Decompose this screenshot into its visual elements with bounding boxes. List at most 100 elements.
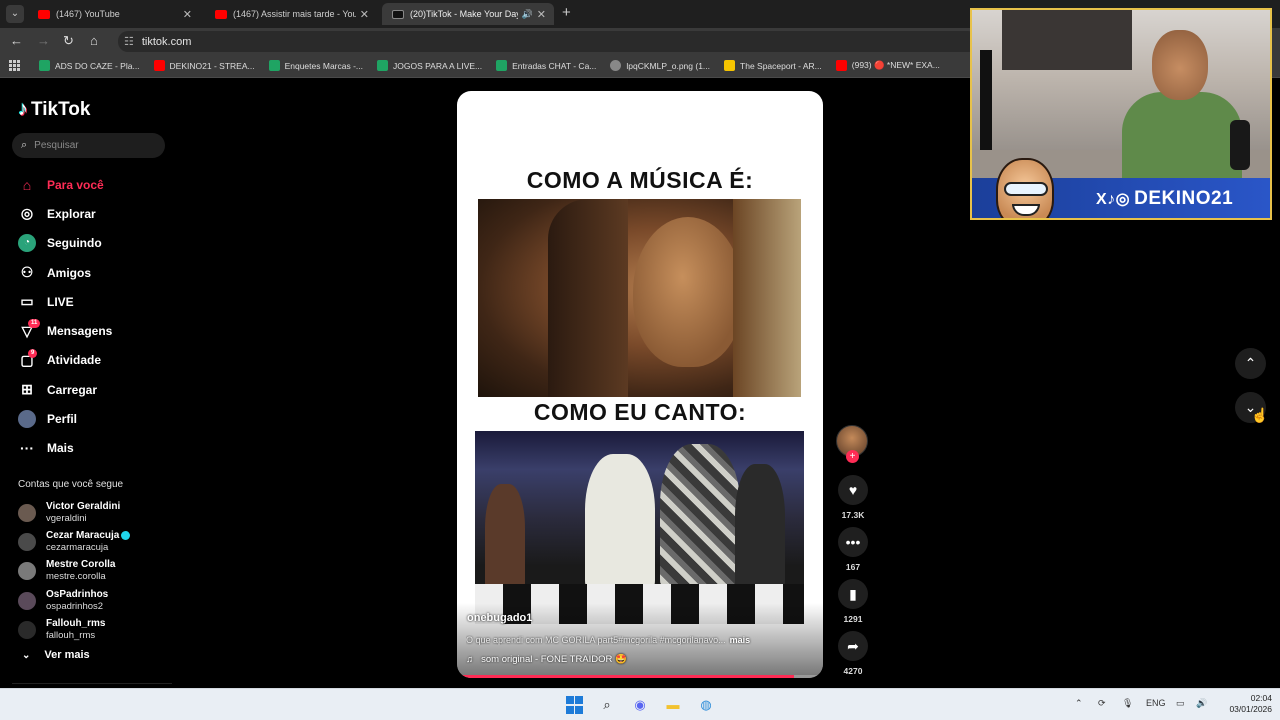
nav-label: Mensagens — [47, 324, 113, 339]
discord-icon[interactable]: ◉ — [631, 696, 649, 714]
volume-icon[interactable]: 🔊 — [1196, 698, 1207, 709]
folder-icon[interactable]: ▬ — [664, 696, 682, 714]
forward-icon[interactable]: → — [37, 33, 50, 48]
bookmark-item[interactable]: Enquetes Marcas -... — [268, 60, 363, 71]
back-icon[interactable]: ← — [10, 33, 23, 48]
microphone-icon[interactable]: 🎙 — [1122, 698, 1133, 709]
comment-button[interactable]: ••• 167 — [833, 527, 873, 572]
like-count: 17.3K — [841, 510, 865, 520]
nav-label: Para você — [47, 177, 104, 192]
more-link[interactable]: mais — [730, 635, 751, 645]
home-icon: ⌂ — [22, 176, 32, 193]
video-music[interactable]: ♫ som original - FONE TRAIDOR 🤩 — [466, 654, 627, 665]
following-list: Victor Geraldini vgeraldini Cezar Maracuj… — [18, 498, 178, 644]
music-note-icon: ♫ — [466, 654, 474, 665]
reload-icon[interactable]: ↻ — [63, 33, 74, 49]
search-input[interactable] — [34, 140, 145, 151]
video-image-bottom — [475, 431, 804, 624]
share-button[interactable]: ➦ 4270 — [833, 631, 873, 676]
see-more-button[interactable]: ⌄ Ver mais — [18, 649, 90, 661]
search-box[interactable]: ⌕ — [12, 133, 165, 158]
chrome-icon[interactable]: ◍ — [697, 696, 715, 714]
tab-title: (1467) Assistir mais tarde - YouT — [233, 9, 356, 19]
compass-icon: ◎ — [20, 205, 34, 222]
close-icon[interactable]: ✕ — [183, 8, 192, 21]
bookmark-icon: ▮ — [838, 579, 868, 609]
chevron-up-icon[interactable]: ⌃ — [1075, 698, 1083, 709]
tab-youtube[interactable]: (1467) YouTube ✕ — [28, 3, 200, 25]
bookmark-item[interactable]: DEKINO21 - STREA... — [153, 60, 255, 71]
save-button[interactable]: ▮ 1291 — [833, 579, 873, 624]
nav-mais[interactable]: ··· Mais — [18, 434, 178, 463]
nav-label: Mais — [47, 441, 74, 456]
nav-atividade[interactable]: ▢ 9 Atividade — [18, 346, 178, 375]
following-account[interactable]: Cezar Maracuja cezarmaracuja — [18, 527, 178, 556]
tiktok-icon — [392, 9, 404, 19]
clock[interactable]: 02:04 03/01/2026 — [1212, 693, 1272, 715]
verified-icon — [121, 530, 131, 540]
following-icon: ◔ — [18, 234, 36, 253]
youtube-icon — [215, 9, 227, 19]
language-indicator[interactable]: ENG — [1146, 698, 1166, 708]
avatar — [18, 620, 36, 639]
bookmark-label: DEKINO21 - STREA... — [169, 60, 255, 71]
share-icon: ➦ — [838, 631, 868, 661]
see-more-label: Ver mais — [44, 649, 90, 661]
spaceport-icon — [724, 60, 736, 71]
messages-badge: 11 — [28, 319, 41, 329]
webcam-feed — [972, 10, 1270, 182]
video-progress-bar[interactable] — [457, 675, 823, 678]
nav-perfil[interactable]: Perfil — [18, 404, 178, 433]
logo-text: TikTok — [31, 98, 91, 120]
chevron-down-icon: ⌄ — [22, 649, 31, 661]
following-account[interactable]: OsPadrinhos ospadrinhos2 — [18, 586, 178, 615]
network-icon[interactable]: ▭ — [1176, 698, 1185, 709]
close-icon[interactable]: ✕ — [360, 8, 369, 21]
follow-plus-icon[interactable]: + — [846, 450, 859, 463]
account-handle: cezarmaracuja — [46, 541, 109, 553]
sheets-icon — [377, 60, 388, 71]
search-icon[interactable]: ⌕ — [598, 696, 616, 714]
bookmark-label: ADS DO CAZE - Pla... — [55, 60, 140, 71]
apps-grid-icon[interactable] — [9, 59, 21, 72]
nav-mensagens[interactable]: ▽ 11 Mensagens — [18, 316, 178, 345]
nav-amigos[interactable]: ⚇ Amigos — [18, 258, 178, 287]
video-author[interactable]: onebugado1 — [467, 612, 532, 624]
speaker-icon[interactable]: 🔊 — [522, 9, 533, 20]
nav-seguindo[interactable]: ◔ Seguindo — [18, 229, 178, 258]
like-button[interactable]: ♥ 17.3K — [833, 475, 873, 520]
music-title: som original - FONE TRAIDOR 🤩 — [481, 654, 627, 665]
windows-start-icon[interactable] — [566, 696, 584, 714]
bookmark-item[interactable]: (993) 🔴 *NEW* EXA... — [835, 60, 940, 71]
bookmark-label: (993) 🔴 *NEW* EXA... — [851, 60, 940, 70]
windows-taskbar: ⌕ ◉ ▬ ◍ ⌃ ⟳ 🎙 ENG ▭ 🔊 02:04 03/01/2026 — [0, 688, 1280, 720]
chevron-up-icon: ⌃ — [1244, 355, 1257, 371]
home-icon[interactable]: ⌂ — [90, 33, 98, 48]
sync-icon[interactable]: ⟳ — [1098, 698, 1106, 709]
previous-video-button[interactable]: ⌃ — [1235, 348, 1266, 379]
bookmark-item[interactable]: Entradas CHAT - Ca... — [496, 60, 596, 71]
site-info-icon[interactable]: ☷ — [124, 35, 134, 48]
tiktok-logo[interactable]: ♪ TikTok — [18, 98, 90, 121]
nav-carregar[interactable]: ⊞ Carregar — [18, 375, 178, 404]
tab-tiktok[interactable]: (20)TikTok - Make Your Day 🔊 ✕ — [382, 3, 554, 25]
url-field[interactable]: ☷ tiktok.com — [118, 31, 978, 52]
nav-live[interactable]: ▭ LIVE — [18, 287, 178, 316]
bookmark-item[interactable]: JOGOS PARA A LIVE... — [377, 60, 482, 71]
close-icon[interactable]: ✕ — [537, 8, 546, 21]
following-account[interactable]: Mestre Corolla mestre.corolla — [18, 557, 178, 586]
nav-para-voce[interactable]: ⌂ Para você — [18, 170, 178, 199]
bookmark-item[interactable]: lpqCKMLP_o.png (1... — [610, 60, 710, 71]
bookmark-item[interactable]: ADS DO CAZE - Pla... — [39, 60, 140, 71]
following-account[interactable]: Victor Geraldini vgeraldini — [18, 498, 178, 527]
bookmark-item[interactable]: The Spaceport - AR... — [724, 60, 822, 71]
account-handle: vgeraldini — [46, 512, 87, 524]
nav-explorar[interactable]: ◎ Explorar — [18, 199, 178, 228]
tab-watch-later[interactable]: (1467) Assistir mais tarde - YouT ✕ — [205, 3, 377, 25]
following-account[interactable]: Fallouh_rms fallouh_rms — [18, 615, 178, 644]
video-player[interactable]: COMO A MÚSICA É: COMO EU CANTO: onebugad… — [457, 91, 823, 678]
clock-time: 02:04 — [1250, 693, 1272, 703]
tab-search-button[interactable]: ⌄ — [6, 5, 24, 23]
save-count: 1291 — [843, 614, 863, 624]
new-tab-button[interactable]: + — [562, 4, 571, 21]
